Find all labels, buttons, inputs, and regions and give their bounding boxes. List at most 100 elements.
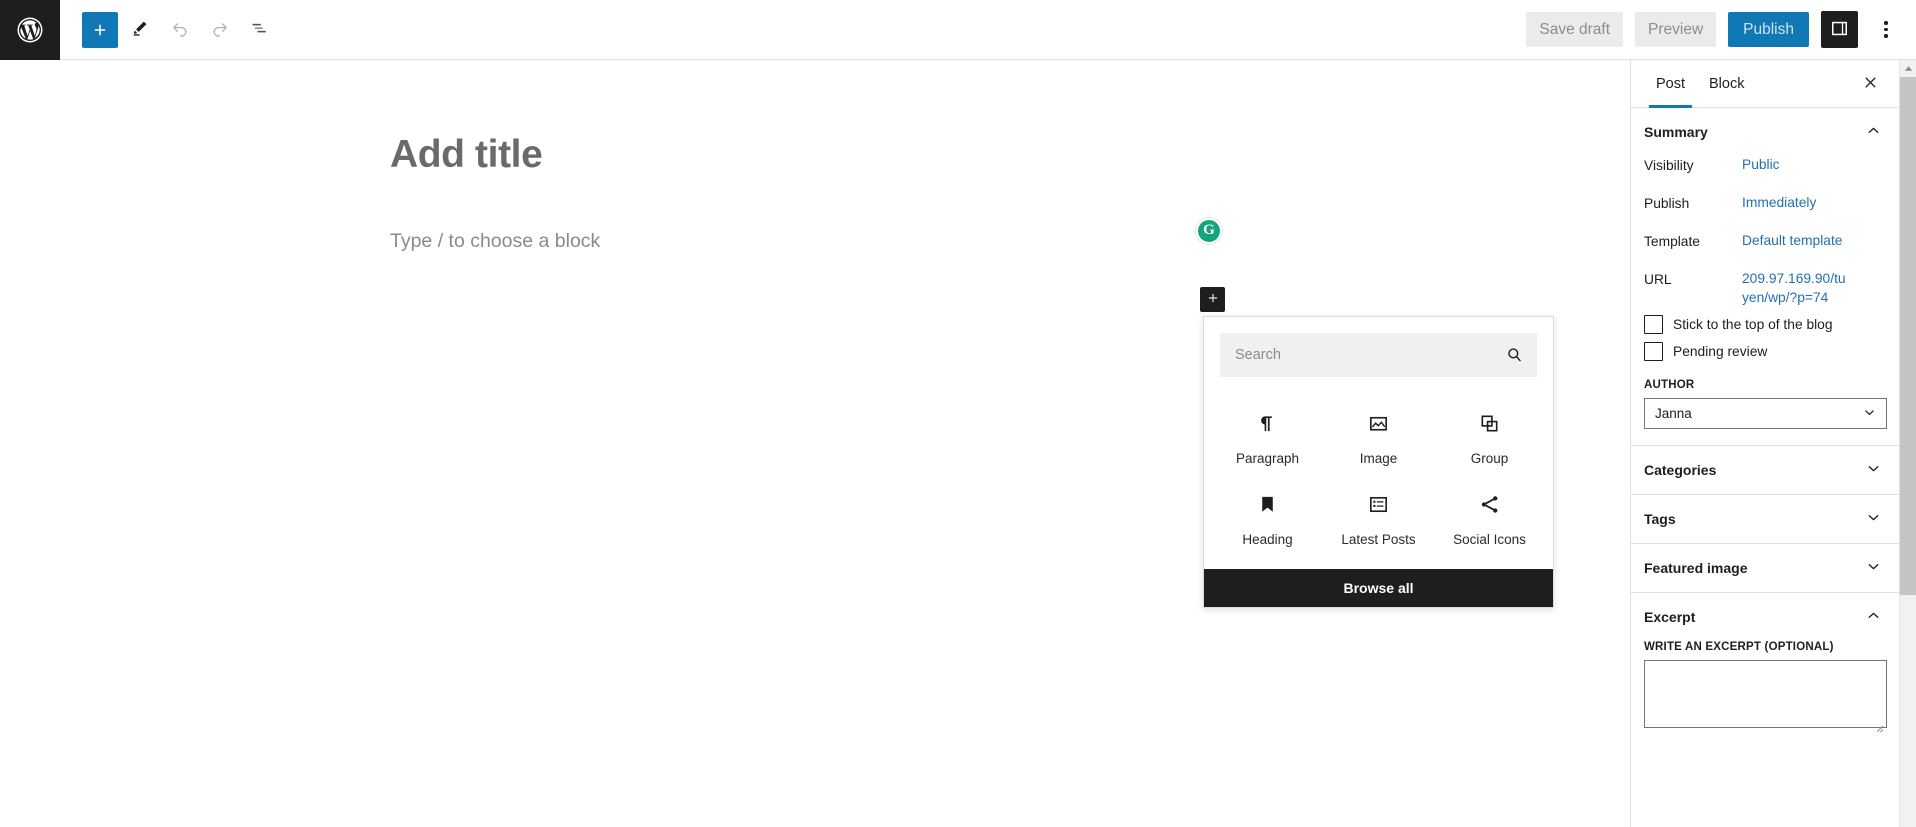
block-appender-button[interactable] <box>1200 287 1225 312</box>
undo-button[interactable] <box>162 12 198 48</box>
editor-toolbar: Save draft Preview Publish <box>0 0 1916 60</box>
pending-review-label: Pending review <box>1673 344 1768 360</box>
settings-sidebar-toggle-button[interactable] <box>1821 11 1858 48</box>
inserter-block-label: Social Icons <box>1453 532 1526 547</box>
author-label: AUTHOR <box>1644 379 1695 392</box>
browse-all-button[interactable]: Browse all <box>1204 569 1553 607</box>
scrollbar-up-arrow[interactable] <box>1900 60 1916 77</box>
summary-title: Summary <box>1644 124 1708 140</box>
template-value-button[interactable]: Default template <box>1742 232 1842 251</box>
inserter-block-grid: Paragraph Image Group Heading Latest Pos… <box>1204 385 1553 569</box>
row-key: Visibility <box>1644 158 1694 173</box>
inserter-block-paragraph[interactable]: Paragraph <box>1212 399 1323 474</box>
post-url-link[interactable]: 209.97.169.90/tuyen/wp/?p=74 <box>1742 270 1852 307</box>
excerpt-field-label: WRITE AN EXCERPT (OPTIONAL) <box>1644 641 1834 654</box>
chevron-up-icon <box>1865 607 1882 627</box>
pending-review-checkbox-row[interactable]: Pending review <box>1644 342 1887 362</box>
row-key: URL <box>1644 272 1672 287</box>
categories-title: Categories <box>1644 462 1717 479</box>
tab-post[interactable]: Post <box>1644 60 1697 108</box>
inserter-block-heading[interactable]: Heading <box>1212 480 1323 555</box>
sidebar-scrollbar[interactable] <box>1899 60 1916 827</box>
featured-image-section-header[interactable]: Featured image <box>1631 544 1900 592</box>
inserter-block-group[interactable]: Group <box>1434 399 1545 474</box>
inserter-search-field[interactable] <box>1220 333 1537 377</box>
grammarly-letter: G <box>1203 222 1215 238</box>
paragraph-icon <box>1256 409 1279 437</box>
inserter-block-label: Heading <box>1242 532 1293 547</box>
excerpt-section-header[interactable]: Excerpt <box>1631 593 1900 641</box>
document-overview-button[interactable] <box>242 12 278 48</box>
settings-sidebar: Post Block Summary Visibility Public Pub… <box>1630 60 1916 827</box>
categories-section-header[interactable]: Categories <box>1631 446 1900 494</box>
redo-button[interactable] <box>202 12 238 48</box>
row-key: Publish <box>1644 196 1690 211</box>
sidebar-content: Post Block Summary Visibility Public Pub… <box>1631 60 1900 827</box>
save-draft-button[interactable]: Save draft <box>1526 11 1624 48</box>
author-select[interactable]: Janna <box>1644 398 1887 430</box>
toolbar-left-group <box>60 11 278 48</box>
close-sidebar-button[interactable] <box>1859 71 1882 97</box>
paragraph-block-placeholder[interactable]: Type / to choose a block <box>390 230 600 253</box>
search-input[interactable] <box>1220 333 1537 377</box>
sidebar-panel-icon <box>1830 19 1849 41</box>
grammarly-icon[interactable]: G <box>1196 218 1222 244</box>
tags-section-header[interactable]: Tags <box>1631 495 1900 543</box>
wordpress-block-editor: Save draft Preview Publish Add title Typ… <box>0 0 1916 827</box>
close-icon <box>1863 75 1878 93</box>
summary-row-visibility: Visibility Public <box>1644 156 1887 192</box>
inserter-block-label: Latest Posts <box>1341 532 1416 547</box>
wordpress-logo-icon <box>15 15 45 45</box>
redo-icon <box>210 18 230 41</box>
sidebar-tabs: Post Block <box>1631 60 1900 108</box>
wordpress-logo-button[interactable] <box>0 0 60 60</box>
options-menu-button[interactable] <box>1870 11 1902 48</box>
plus-icon <box>1206 291 1220 308</box>
inserter-block-social-icons[interactable]: Social Icons <box>1434 480 1545 555</box>
tools-pencil-button[interactable] <box>122 12 158 48</box>
toolbar-right-group: Save draft Preview Publish <box>1526 11 1916 48</box>
summary-body: Visibility Public Publish Immediately Te… <box>1631 156 1900 445</box>
pending-review-checkbox[interactable] <box>1644 342 1663 362</box>
social-icons-icon <box>1478 490 1501 518</box>
chevron-down-icon <box>1865 558 1882 578</box>
excerpt-textarea-wrapper <box>1644 660 1887 733</box>
document-overview-icon <box>250 18 270 41</box>
tags-title: Tags <box>1644 511 1676 528</box>
excerpt-textarea[interactable] <box>1644 660 1887 729</box>
inserter-block-label: Group <box>1470 451 1509 466</box>
publish-button[interactable]: Publish <box>1728 11 1809 48</box>
chevron-down-icon <box>1862 405 1877 423</box>
tab-block[interactable]: Block <box>1697 60 1756 108</box>
preview-button[interactable]: Preview <box>1635 11 1717 48</box>
post-title-input[interactable]: Add title <box>390 133 543 177</box>
sticky-post-checkbox[interactable] <box>1644 315 1663 335</box>
publish-date-button[interactable]: Immediately <box>1742 194 1816 213</box>
heading-icon <box>1256 490 1279 518</box>
group-icon <box>1478 409 1501 437</box>
summary-row-template: Template Default template <box>1644 232 1887 268</box>
add-block-button[interactable] <box>82 11 118 48</box>
latest-posts-icon <box>1367 490 1390 518</box>
row-key: Template <box>1644 234 1700 249</box>
summary-section-header[interactable]: Summary <box>1631 108 1900 156</box>
three-dots-icon <box>1884 21 1888 38</box>
pencil-icon <box>130 18 150 41</box>
inserter-block-image[interactable]: Image <box>1323 399 1434 474</box>
inserter-block-latest-posts[interactable]: Latest Posts <box>1323 480 1434 555</box>
chevron-down-icon <box>1865 460 1882 480</box>
summary-row-url: URL 209.97.169.90/tuyen/wp/?p=74 <box>1644 270 1887 307</box>
inserter-block-label: Image <box>1359 451 1398 466</box>
scrollbar-thumb[interactable] <box>1900 77 1916 595</box>
chevron-up-icon <box>1865 122 1882 142</box>
excerpt-title: Excerpt <box>1644 609 1696 626</box>
visibility-value-button[interactable]: Public <box>1742 156 1780 175</box>
editor-canvas: Add title Type / to choose a block G Sea… <box>0 60 1630 827</box>
author-value: Janna <box>1655 406 1692 422</box>
sticky-post-checkbox-row[interactable]: Stick to the top of the blog <box>1644 315 1887 335</box>
inserter-block-label: Paragraph <box>1235 451 1300 466</box>
chevron-down-icon <box>1865 509 1882 529</box>
undo-icon <box>170 18 190 41</box>
sticky-post-label: Stick to the top of the blog <box>1673 317 1833 333</box>
image-icon <box>1367 409 1390 437</box>
